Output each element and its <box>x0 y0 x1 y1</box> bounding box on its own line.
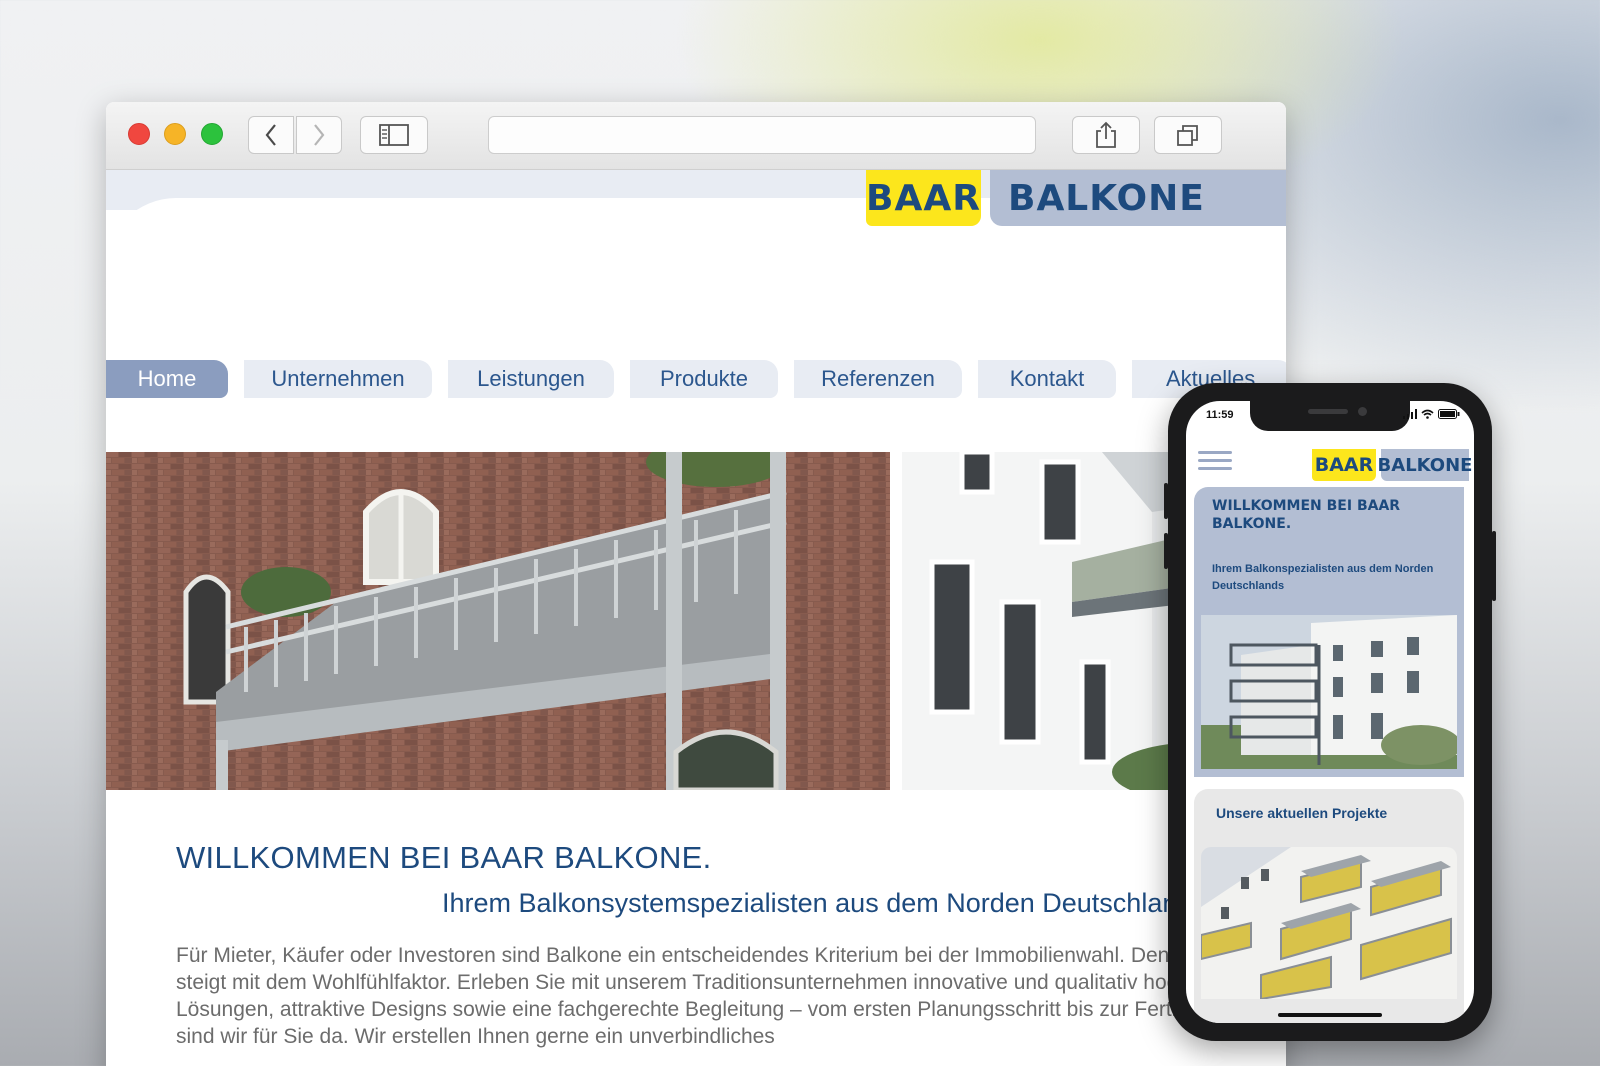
chevron-left-icon <box>265 124 276 146</box>
nav-unternehmen[interactable]: Unternehmen <box>244 360 432 398</box>
hamburger-menu-icon[interactable] <box>1198 451 1232 473</box>
close-window-button[interactable] <box>128 123 150 145</box>
welcome-subheading: Ihrem Balkonsystemspezialisten aus dem N… <box>442 888 1206 918</box>
sidebar-button[interactable] <box>360 116 428 154</box>
home-indicator[interactable] <box>1278 1013 1382 1017</box>
forward-button[interactable] <box>296 116 342 154</box>
nav-referenzen[interactable]: Referenzen <box>794 360 962 398</box>
wifi-icon <box>1421 409 1434 419</box>
smartphone-mockup: 11:59 BAAR BALKONE WILLKOMMEN BEI BAAR B… <box>1164 383 1496 1041</box>
phone-screen: 11:59 BAAR BALKONE WILLKOMMEN BEI BAAR B… <box>1186 401 1474 1023</box>
phone-projects-heading: Unsere aktuellen Projekte <box>1216 805 1388 821</box>
share-icon <box>1096 121 1116 148</box>
chevron-right-icon <box>314 124 325 146</box>
hero-image-brick-balcony <box>106 452 890 790</box>
phone-power-button <box>1492 531 1496 601</box>
tabs-button[interactable] <box>1154 116 1222 154</box>
status-icons <box>1403 409 1460 419</box>
nav-leistungen[interactable]: Leistungen <box>448 360 614 398</box>
nav-home[interactable]: Home <box>106 360 228 398</box>
phone-volume-button <box>1164 533 1168 569</box>
logo-balkone[interactable]: BALKONE <box>990 170 1286 226</box>
nav-kontakt[interactable]: Kontakt <box>978 360 1116 398</box>
nav-produkte[interactable]: Produkte <box>630 360 778 398</box>
welcome-heading: WILLKOMMEN BEI BAAR BALKONE. <box>176 840 712 875</box>
phone-logo-baar[interactable]: BAAR <box>1312 449 1376 481</box>
phone-side-button <box>1164 483 1168 519</box>
status-time: 11:59 <box>1206 409 1234 421</box>
zoom-window-button[interactable] <box>201 123 223 145</box>
address-bar[interactable] <box>488 116 1036 154</box>
browser-toolbar <box>106 102 1286 170</box>
phone-image-white-house <box>1201 615 1457 769</box>
logo-baar[interactable]: BAAR <box>866 170 981 226</box>
phone-welcome-subheading: Ihrem Balkonspezialisten aus dem Norden … <box>1212 563 1434 592</box>
phone-welcome-heading: WILLKOMMEN BEI BAAR BALKONE. <box>1212 498 1401 532</box>
signal-icon <box>1403 409 1417 419</box>
sidebar-icon <box>379 124 409 146</box>
share-button[interactable] <box>1072 116 1140 154</box>
tabs-icon <box>1177 125 1198 146</box>
phone-notch <box>1250 401 1410 431</box>
browser-window: BAAR BALKONE Home Unternehmen Leistungen… <box>106 102 1286 1066</box>
back-button[interactable] <box>248 116 294 154</box>
phone-logo-balkone[interactable]: BALKONE <box>1378 449 1472 481</box>
phone-image-yellow-balconies <box>1201 847 1457 999</box>
minimize-window-button[interactable] <box>164 123 186 145</box>
battery-icon <box>1438 409 1460 419</box>
intro-paragraph: Für Mieter, Käufer oder Investoren sind … <box>176 944 1267 1048</box>
website: BAAR BALKONE Home Unternehmen Leistungen… <box>106 170 1286 1066</box>
